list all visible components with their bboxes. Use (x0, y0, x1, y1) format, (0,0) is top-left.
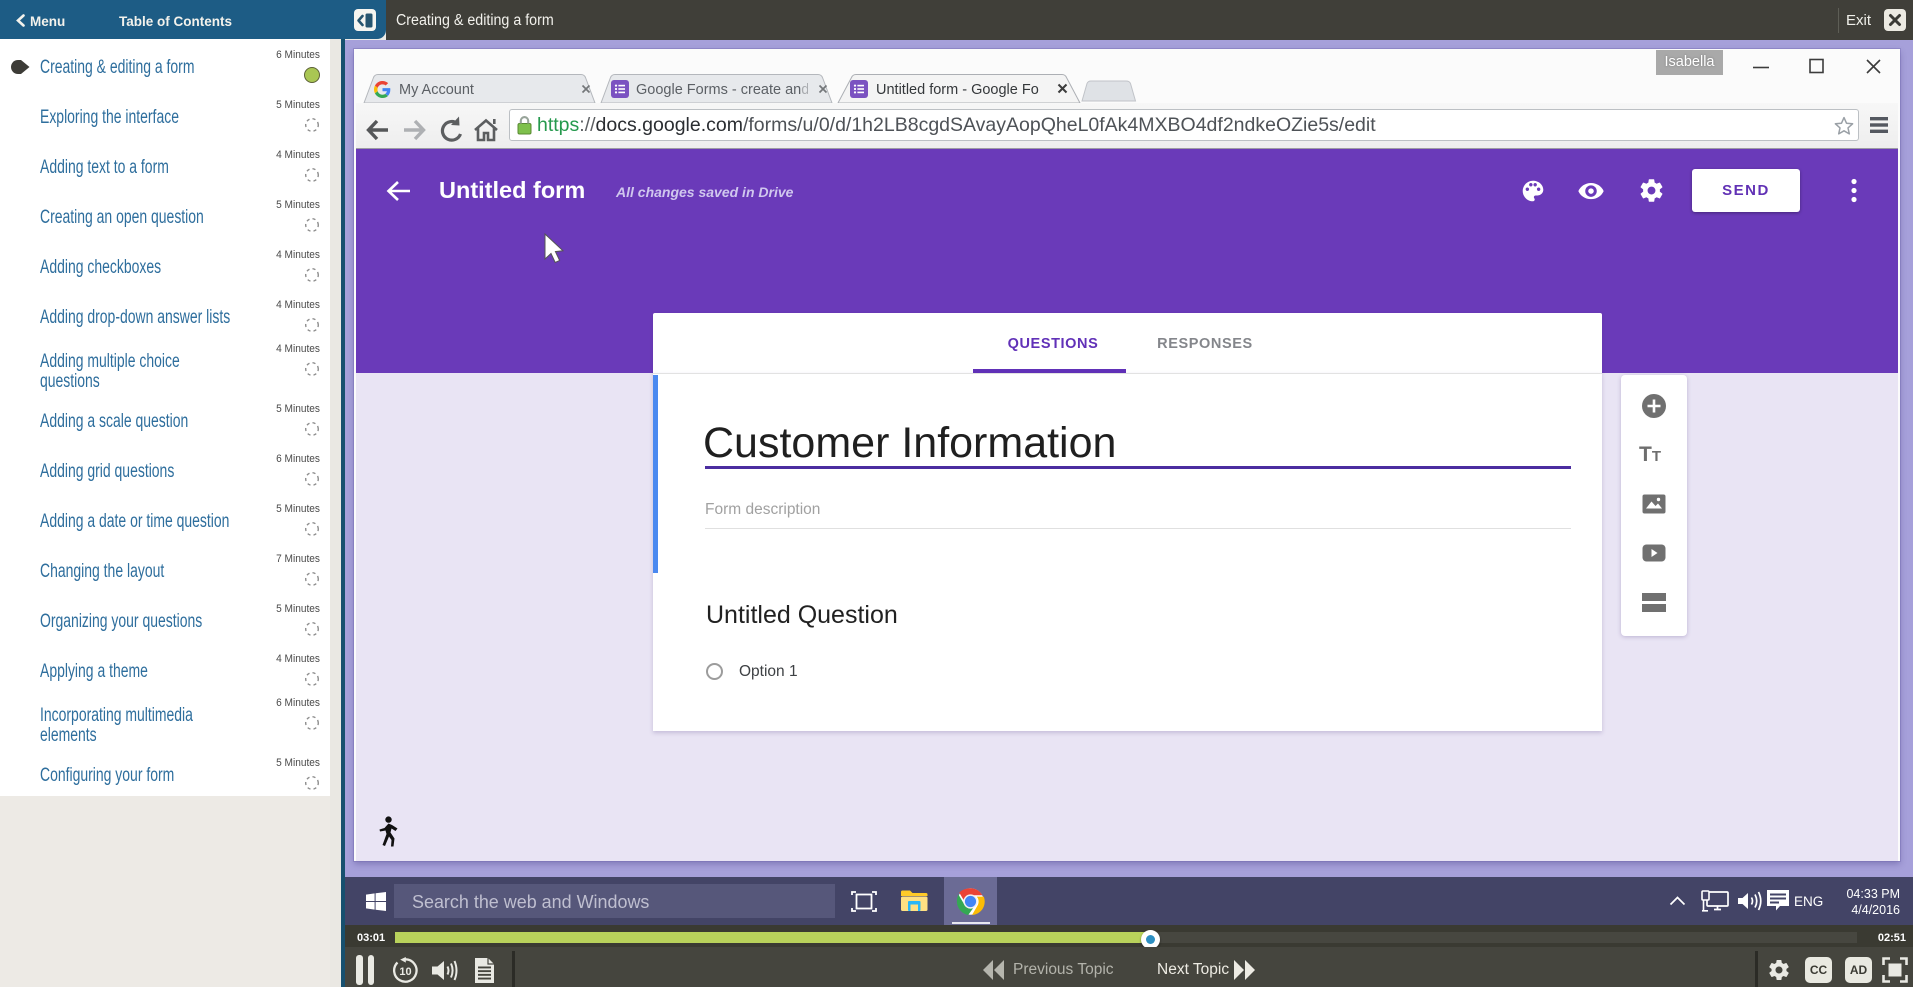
svg-text:10: 10 (399, 966, 411, 978)
